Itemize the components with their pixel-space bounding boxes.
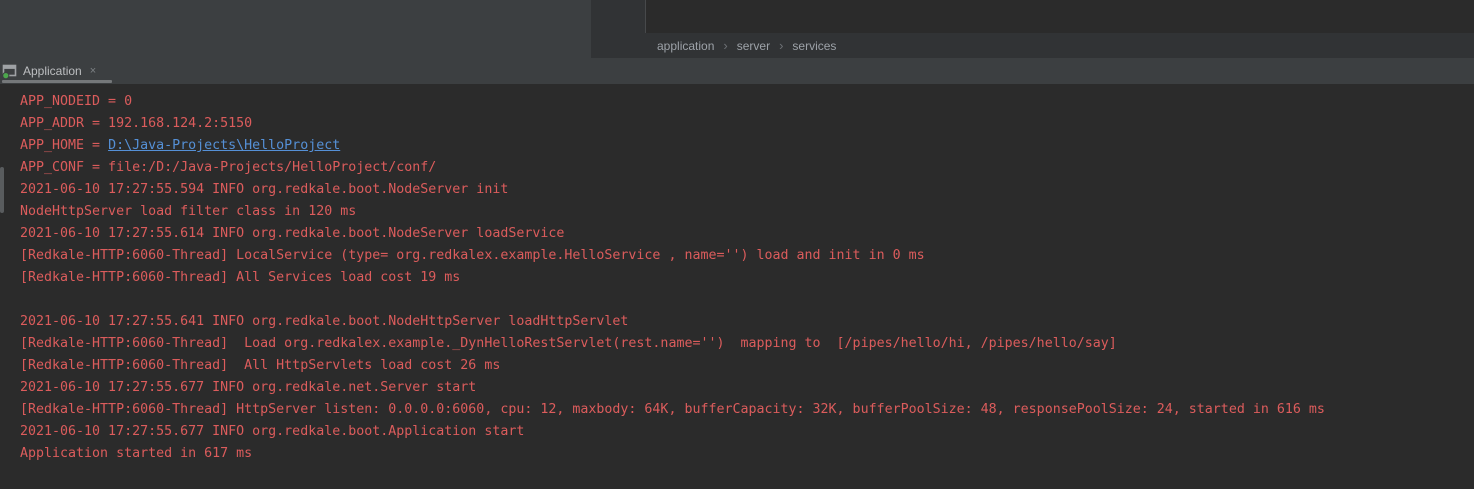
console-log-line: APP_HOME = D:\Java-Projects\HelloProject [20, 135, 1474, 157]
console-log-line: [Redkale-HTTP:6060-Thread] HttpServer li… [20, 399, 1474, 421]
log-text: [Redkale-HTTP:6060-Thread] All Services … [20, 270, 460, 285]
console-log-line: 2021-06-10 17:27:55.641 INFO org.redkale… [20, 311, 1474, 333]
log-text: APP_HOME = [20, 138, 108, 153]
run-console-icon [2, 63, 18, 79]
log-text: Application started in 617 ms [20, 446, 252, 461]
console-log-line [20, 289, 1474, 311]
breadcrumb-item-server[interactable]: server [737, 39, 770, 53]
console-log-line: APP_CONF = file:/D:/Java-Projects/HelloP… [20, 157, 1474, 179]
console-tab-bar: Application × [0, 58, 1474, 84]
log-text: 2021-06-10 17:27:55.677 INFO org.redkale… [20, 424, 524, 439]
active-tab-underline [2, 80, 112, 83]
log-text: APP_CONF = file:/D:/Java-Projects/HelloP… [20, 160, 436, 175]
console-log-line: [Redkale-HTTP:6060-Thread] Load org.redk… [20, 333, 1474, 355]
log-text: [Redkale-HTTP:6060-Thread] HttpServer li… [20, 402, 1325, 417]
log-text: 2021-06-10 17:27:55.677 INFO org.redkale… [20, 380, 476, 395]
log-text: NodeHttpServer load filter class in 120 … [20, 204, 356, 219]
editor-area [646, 0, 1474, 33]
console-log-line: [Redkale-HTTP:6060-Thread] LocalService … [20, 245, 1474, 267]
console-log-line: [Redkale-HTTP:6060-Thread] All Services … [20, 267, 1474, 289]
log-text: 2021-06-10 17:27:55.614 INFO org.redkale… [20, 226, 564, 241]
breadcrumb-item-services[interactable]: services [792, 39, 836, 53]
console-log-line: 2021-06-10 17:27:55.614 INFO org.redkale… [20, 223, 1474, 245]
console-log-line: 2021-06-10 17:27:55.677 INFO org.redkale… [20, 377, 1474, 399]
console-log-line: APP_NODEID = 0 [20, 91, 1474, 113]
log-text: 2021-06-10 17:27:55.594 INFO org.redkale… [20, 182, 508, 197]
console-log-line: [Redkale-HTTP:6060-Thread] All HttpServl… [20, 355, 1474, 377]
chevron-right-icon: › [723, 39, 727, 52]
log-text: [Redkale-HTTP:6060-Thread] LocalService … [20, 248, 925, 263]
console-log-line: NodeHttpServer load filter class in 120 … [20, 201, 1474, 223]
breadcrumb: application › server › services [591, 33, 1474, 58]
close-icon[interactable]: × [90, 65, 96, 77]
log-text: [Redkale-HTTP:6060-Thread] Load org.redk… [20, 336, 1117, 351]
console-log-line: 2021-06-10 17:27:55.594 INFO org.redkale… [20, 179, 1474, 201]
editor-gutter-panel [591, 0, 646, 33]
console-output[interactable]: APP_NODEID = 0 APP_ADDR = 192.168.124.2:5… [0, 84, 1474, 489]
log-text: [Redkale-HTTP:6060-Thread] All HttpServl… [20, 358, 500, 373]
console-log-line: Application started in 617 ms [20, 443, 1474, 465]
log-text: 2021-06-10 17:27:55.641 INFO org.redkale… [20, 314, 628, 329]
console-log-line: APP_ADDR = 192.168.124.2:5150 [20, 113, 1474, 135]
console-log-line: 2021-06-10 17:27:55.677 INFO org.redkale… [20, 421, 1474, 443]
app-home-link[interactable]: D:\Java-Projects\HelloProject [108, 138, 340, 153]
tab-title: Application [23, 64, 82, 78]
console-scrollbar-thumb[interactable] [0, 167, 4, 213]
chevron-right-icon: › [779, 39, 783, 52]
top-left-panel [0, 0, 591, 58]
tab-application[interactable]: Application × [2, 60, 96, 81]
log-text: APP_ADDR = 192.168.124.2:5150 [20, 116, 252, 131]
breadcrumb-item-application[interactable]: application [657, 39, 714, 53]
log-text: APP_NODEID = 0 [20, 94, 132, 109]
